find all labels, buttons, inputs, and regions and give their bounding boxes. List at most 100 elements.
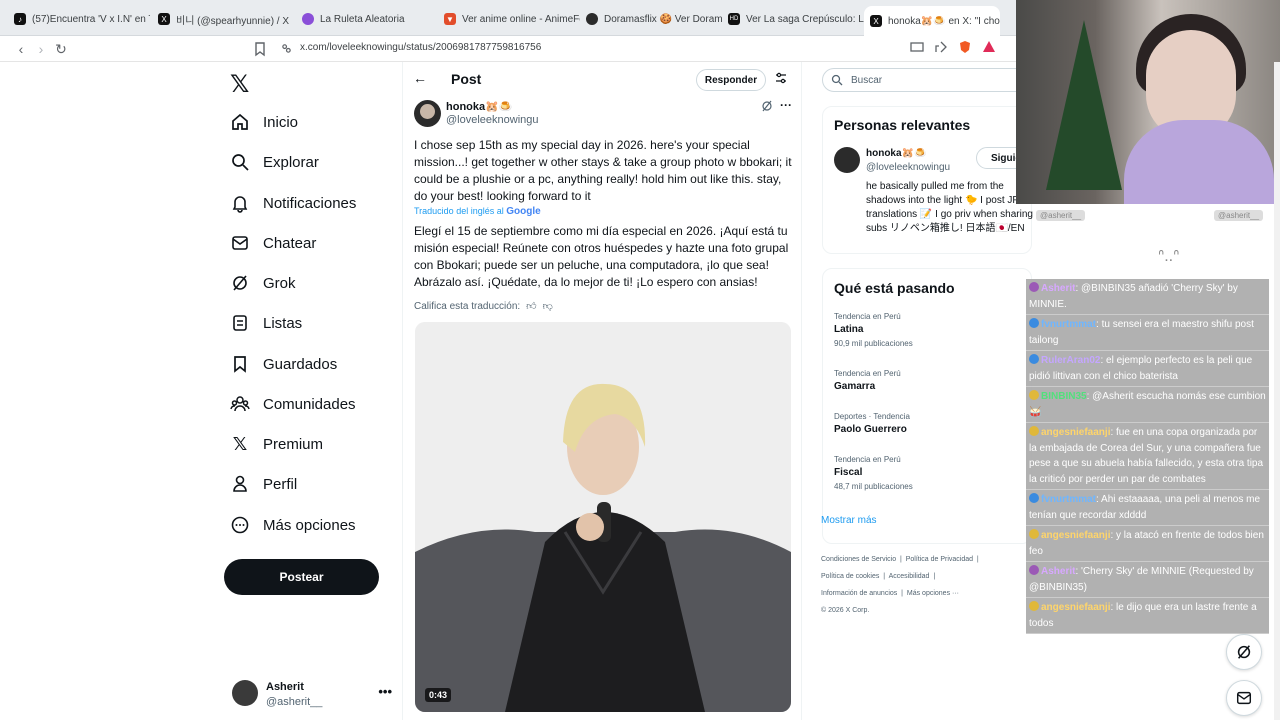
footer-link[interactable]: Política de Privacidad (906, 556, 973, 563)
post-button[interactable]: Postear (224, 559, 379, 595)
relevant-name[interactable]: honoka🐹🍮 (866, 148, 926, 159)
chat-message: RulerAran02: el ejemplo perfecto es la p… (1026, 351, 1269, 387)
search-input[interactable]: Buscar (822, 68, 1027, 92)
christmas-tree-graphic (1046, 20, 1122, 190)
nav-label: Premium (263, 435, 324, 453)
video-frame (415, 322, 791, 712)
browser-tab[interactable]: X 비니 (@spearhyunnie) / X (152, 6, 294, 32)
footer-link[interactable]: Accesibilidad (889, 573, 930, 580)
author-name[interactable]: honoka🐹🍮 (446, 100, 513, 113)
search-placeholder: Buscar (851, 74, 883, 86)
trend-item[interactable]: Tendencia en Perú Gamarra (834, 369, 901, 392)
chat-message: fvnurtmmat: tu sensei era el maestro shi… (1026, 315, 1269, 351)
chat-user: BINBIN35 (1041, 391, 1087, 402)
translated-notice[interactable]: Traducido del inglés al Google (414, 206, 541, 217)
trend-item[interactable]: Tendencia en Perú Fiscal 48,7 mil public… (834, 455, 913, 491)
trend-name: Gamarra (834, 381, 876, 392)
badge-icon (1029, 493, 1039, 503)
video-player[interactable]: 0:43 (415, 322, 791, 712)
nav-item-grok[interactable]: Grok (230, 269, 296, 297)
share-icon[interactable] (934, 40, 948, 54)
badge-icon (1029, 318, 1039, 328)
main-column: ← Post Responder honoka🐹🍮 @loveleeknowin… (402, 62, 802, 720)
grok-icon (1237, 645, 1251, 659)
x-icon: X (870, 15, 882, 27)
avatar[interactable] (834, 147, 860, 173)
nav-item-guardados[interactable]: Guardados (230, 350, 337, 378)
nav-item-notificaciones[interactable]: Notificaciones (230, 189, 356, 217)
bookmark-star-icon[interactable] (253, 41, 267, 57)
relevant-people-card: Personas relevantes honoka🐹🍮 @loveleekno… (822, 106, 1043, 254)
list-icon (233, 315, 247, 331)
nav-item-listas[interactable]: Listas (230, 309, 302, 337)
thumbs-up-icon[interactable]: 👍︎ (526, 300, 536, 312)
browser-tab[interactable]: La Ruleta Aleatoria (296, 6, 438, 32)
doramas-icon (586, 13, 598, 25)
relevant-handle[interactable]: @loveleeknowingu (866, 162, 950, 173)
tiktok-icon: ♪ (14, 13, 26, 25)
browser-tab[interactable]: HD Ver La saga Crepúsculo: Luna n (722, 6, 864, 32)
nav-label: Listas (263, 314, 303, 332)
trend-meta: Tendencia en Perú (834, 312, 901, 321)
forward-icon[interactable]: › (32, 40, 50, 58)
settings-sliders-icon[interactable] (774, 71, 788, 85)
person-icon (233, 475, 247, 492)
grok-floating-button[interactable] (1226, 634, 1262, 670)
thumbs-down-icon[interactable]: 👎︎ (543, 300, 553, 312)
nav-item-explorar[interactable]: Explorar (230, 148, 319, 176)
author-handle[interactable]: @loveleeknowingu (446, 114, 539, 126)
nav-item-mas-opciones[interactable]: Más opciones (230, 511, 356, 539)
nav-item-inicio[interactable]: Inicio (230, 108, 298, 136)
chat-message: Asherit: 'Cherry Sky' de MINNIE (Request… (1026, 562, 1269, 598)
reload-icon[interactable]: ↻ (52, 40, 70, 58)
back-arrow-icon[interactable]: ← (413, 70, 427, 86)
trend-item[interactable]: Deportes · Tendencia Paolo Guerrero (834, 412, 910, 435)
messages-floating-button[interactable] (1226, 680, 1262, 716)
nav-item-chatear[interactable]: Chatear (230, 229, 316, 257)
reply-button[interactable]: Responder (696, 69, 766, 91)
site-info-icon[interactable] (281, 43, 292, 54)
back-icon[interactable]: ‹ (12, 40, 30, 58)
card-title: Personas relevantes (834, 117, 971, 133)
trends-card: Qué está pasando Tendencia en Perú Latin… (822, 268, 1032, 544)
browser-tab[interactable]: ♪ (57)Encuentra 'V x I.N' en TikTok (8, 6, 150, 32)
page-scrollbar[interactable] (1274, 62, 1280, 720)
chat-message: angesniefaanji: le dijo que era un lastr… (1026, 598, 1269, 634)
browser-tab[interactable]: ▼ Ver anime online - AnimeFénix (438, 6, 580, 32)
cast-icon[interactable] (910, 40, 924, 54)
url-text[interactable]: x.com/loveleeknowingu/status/20069817877… (300, 42, 541, 53)
footer-link[interactable]: Más opciones ··· (907, 590, 959, 597)
footer-link[interactable]: Política de cookies (821, 573, 879, 580)
grok-icon[interactable] (761, 100, 773, 112)
nav-item-perfil[interactable]: Perfil (230, 470, 297, 498)
badge-icon (1029, 390, 1039, 400)
search-icon (831, 74, 843, 86)
chat-user: Asherit (1041, 283, 1076, 294)
rate-label: Califica esta traducción: (414, 300, 521, 312)
nav-item-comunidades[interactable]: Comunidades (230, 390, 356, 418)
trend-meta: Deportes · Tendencia (834, 412, 910, 421)
overlay-name-chip: @asherit__ (1214, 210, 1264, 221)
x-logo-icon[interactable]: 𝕏 (230, 70, 249, 99)
nav-label: Grok (263, 274, 296, 292)
footer-link[interactable]: Condiciones de Servicio (821, 556, 896, 563)
more-dots-icon[interactable]: ••• (378, 684, 392, 699)
badge-icon (1029, 565, 1039, 575)
more-dots-icon[interactable]: ··· (780, 98, 792, 112)
trend-count: 48,7 mil publicaciones (834, 482, 913, 491)
tab-label: 비니 (@spearhyunnie) / X (176, 15, 290, 27)
browser-tab-active[interactable]: X honoka🐹🍮 en X: "I cho ✕ (864, 6, 1000, 36)
footer-link[interactable]: Información de anuncios (821, 590, 897, 597)
brave-shield-icon[interactable] (958, 40, 972, 54)
show-more-link[interactable]: Mostrar más (821, 515, 877, 526)
brave-rewards-icon[interactable] (982, 40, 996, 54)
account-switcher[interactable]: Asherit @asherit__ ••• (232, 678, 392, 710)
badge-icon (1029, 426, 1039, 436)
footer-links: Condiciones de Servicio | Política de Pr… (821, 551, 1021, 619)
trend-item[interactable]: Tendencia en Perú Latina 90,9 mil public… (834, 312, 913, 348)
browser-tab[interactable]: Doramasflix 🍪 Ver Doramas O (580, 6, 722, 32)
nav-item-premium[interactable]: 𝕏 Premium (230, 430, 323, 458)
author-avatar[interactable] (414, 100, 441, 127)
avatar (232, 680, 258, 706)
post-text-original: I chose sep 15th as my special day in 20… (414, 138, 792, 203)
